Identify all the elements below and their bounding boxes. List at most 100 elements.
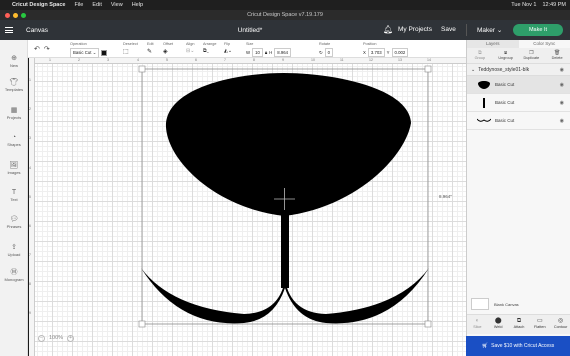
- my-projects-link[interactable]: My Projects: [398, 26, 432, 33]
- zoom-window-button[interactable]: [21, 12, 26, 18]
- flip-group[interactable]: Flip ◭⌄: [224, 42, 232, 54]
- weld-button[interactable]: ⬤ Weld: [488, 315, 509, 334]
- blank-canvas-row[interactable]: Blank Canvas: [471, 298, 519, 310]
- window-controls: [5, 12, 26, 18]
- deselect-icon: ⬚: [123, 49, 129, 55]
- offset-group[interactable]: Offset ◈: [163, 42, 173, 55]
- width-input[interactable]: 10: [252, 48, 263, 57]
- zoom-out-button[interactable]: −: [38, 334, 45, 342]
- height-input[interactable]: 8.964: [274, 48, 292, 57]
- sidebar-item-new[interactable]: ⊕ New: [0, 54, 28, 68]
- contour-label: Contour: [553, 325, 568, 329]
- arrange-group[interactable]: Arrange ⧉⌄: [203, 42, 217, 54]
- operation-select[interactable]: Basic Cut ⌄: [70, 48, 100, 58]
- minimize-window-button[interactable]: [13, 12, 18, 18]
- philtrum-line-shape[interactable]: [281, 208, 289, 288]
- blank-canvas-label: Blank Canvas: [494, 301, 519, 307]
- slice-button[interactable]: ◐ Slice: [467, 315, 488, 334]
- menu-help[interactable]: Help: [132, 2, 143, 8]
- promo-label: Save $10 with Cricut Access: [491, 343, 555, 349]
- pen-icon: ✎: [147, 49, 153, 55]
- resize-handle[interactable]: [424, 320, 432, 328]
- eye-icon[interactable]: ◉: [560, 118, 564, 124]
- time-label[interactable]: 12:49 PM: [542, 2, 566, 8]
- undo-icon[interactable]: ↶: [34, 46, 44, 53]
- document-title[interactable]: Untitled*: [220, 27, 280, 34]
- menu-view[interactable]: View: [111, 2, 123, 8]
- deselect-group[interactable]: Deselect ⬚: [123, 42, 138, 55]
- layer-row[interactable]: Basic Cut ◉: [467, 94, 570, 112]
- menu-file[interactable]: File: [75, 2, 84, 8]
- ungroup-button[interactable]: ⧈ Ungroup: [493, 48, 519, 63]
- machine-select[interactable]: Maker ⌄: [477, 26, 502, 34]
- window-title-bar: Cricut Design Space v7.19.179: [0, 10, 570, 20]
- edit-group[interactable]: Edit ✎: [147, 42, 154, 55]
- layer-row[interactable]: Basic Cut ◉: [467, 76, 570, 94]
- sidebar-item-upload[interactable]: ⇪ Upload: [0, 243, 28, 257]
- eye-icon[interactable]: ◉: [560, 100, 564, 106]
- sidebar-item-label: Phrases: [6, 224, 22, 229]
- make-it-button[interactable]: Make It: [513, 24, 563, 36]
- combine-tools-bar: ◐ Slice ⬤ Weld ⧉ Attach ▭ Flatten ◎ Contour: [467, 314, 570, 334]
- close-window-button[interactable]: [5, 12, 10, 18]
- upload-icon: ⇪: [11, 244, 17, 251]
- hamburger-menu-icon[interactable]: [0, 27, 18, 33]
- tab-color-sync[interactable]: Color Sync: [519, 40, 570, 48]
- zoom-in-button[interactable]: +: [67, 334, 75, 342]
- sidebar-item-monogram[interactable]: Ⓜ Monogram: [0, 268, 28, 282]
- group-button[interactable]: ⧉ Group: [467, 48, 493, 63]
- chevron-down-icon[interactable]: ⌄: [471, 67, 475, 73]
- x-input[interactable]: 3.703: [367, 48, 385, 57]
- layer-group-name: Teddynose_style01-blk: [478, 66, 530, 73]
- align-group[interactable]: Align ⊟⌄: [186, 42, 194, 54]
- eye-icon[interactable]: ◉: [560, 82, 564, 88]
- sidebar-item-images[interactable]: 🖼︎ Images: [0, 161, 28, 175]
- position-group: Position X 3.703 Y 0.002: [363, 42, 409, 57]
- delete-handle[interactable]: [138, 65, 146, 73]
- delete-button[interactable]: 🗑︎ Delete: [544, 48, 570, 63]
- y-input[interactable]: 0.002: [391, 48, 409, 57]
- rotate-input[interactable]: 0: [324, 48, 333, 57]
- text-icon: T: [11, 189, 17, 196]
- blank-canvas-swatch[interactable]: [471, 298, 489, 310]
- layer-group-row[interactable]: ⌄ Teddynose_style01-blk ◉: [467, 64, 570, 76]
- position-label: Position: [363, 42, 377, 46]
- date-label[interactable]: Tue Nov 1: [511, 2, 536, 8]
- plus-icon: ⊕: [11, 55, 17, 62]
- layer-row[interactable]: Basic Cut ◉: [467, 112, 570, 130]
- lock-icon[interactable]: 🔒︎: [265, 50, 267, 55]
- zoom-control: − 100% +: [38, 333, 80, 343]
- tab-layers[interactable]: Layers: [467, 40, 519, 48]
- bell-icon[interactable]: 🔔︎: [383, 25, 393, 34]
- flatten-icon: ▭: [536, 318, 543, 324]
- save-button[interactable]: Save: [441, 26, 456, 33]
- teddy-nose-artwork[interactable]: [29, 58, 466, 356]
- sidebar-item-text[interactable]: T Text: [0, 188, 28, 202]
- window-title: Cricut Design Space v7.19.179: [247, 12, 323, 18]
- contour-button[interactable]: ◎ Contour: [550, 315, 570, 334]
- attach-button[interactable]: ⧉ Attach: [509, 315, 530, 334]
- offset-label: Offset: [163, 42, 174, 46]
- flatten-button[interactable]: ▭ Flatten: [529, 315, 550, 334]
- eye-icon[interactable]: ◉: [560, 67, 564, 73]
- lock-handle[interactable]: [138, 320, 146, 328]
- sidebar-item-projects[interactable]: ▦ Projects: [0, 106, 28, 120]
- operation-color-swatch[interactable]: [101, 50, 108, 56]
- sidebar-item-shapes[interactable]: ◔ Shapes: [0, 133, 28, 147]
- menu-app-name[interactable]: Cricut Design Space: [12, 2, 66, 8]
- left-sidebar: ⊕ New 👕︎ Templates ▦ Projects ◔ Shapes 🖼…: [0, 40, 28, 356]
- projects-icon: ▦: [10, 107, 18, 114]
- rotate-handle[interactable]: [424, 65, 432, 73]
- layer-label: Basic Cut: [495, 118, 515, 123]
- sidebar-item-templates[interactable]: 👕︎ Templates: [0, 78, 28, 92]
- y-label: Y: [386, 50, 390, 55]
- nose-shape[interactable]: [165, 73, 411, 216]
- ungroup-label: Ungroup: [498, 56, 513, 60]
- arrange-icon: ⧉⌄: [203, 48, 209, 54]
- sidebar-item-phrases[interactable]: 💬︎ Phrases: [0, 215, 28, 229]
- redo-icon[interactable]: ↷: [44, 46, 54, 53]
- cricut-access-promo-button[interactable]: 🛒︎ Save $10 with Cricut Access: [466, 336, 570, 356]
- menu-edit[interactable]: Edit: [92, 2, 101, 8]
- width-label: W: [246, 50, 251, 55]
- duplicate-button[interactable]: ❐ Duplicate: [519, 48, 545, 63]
